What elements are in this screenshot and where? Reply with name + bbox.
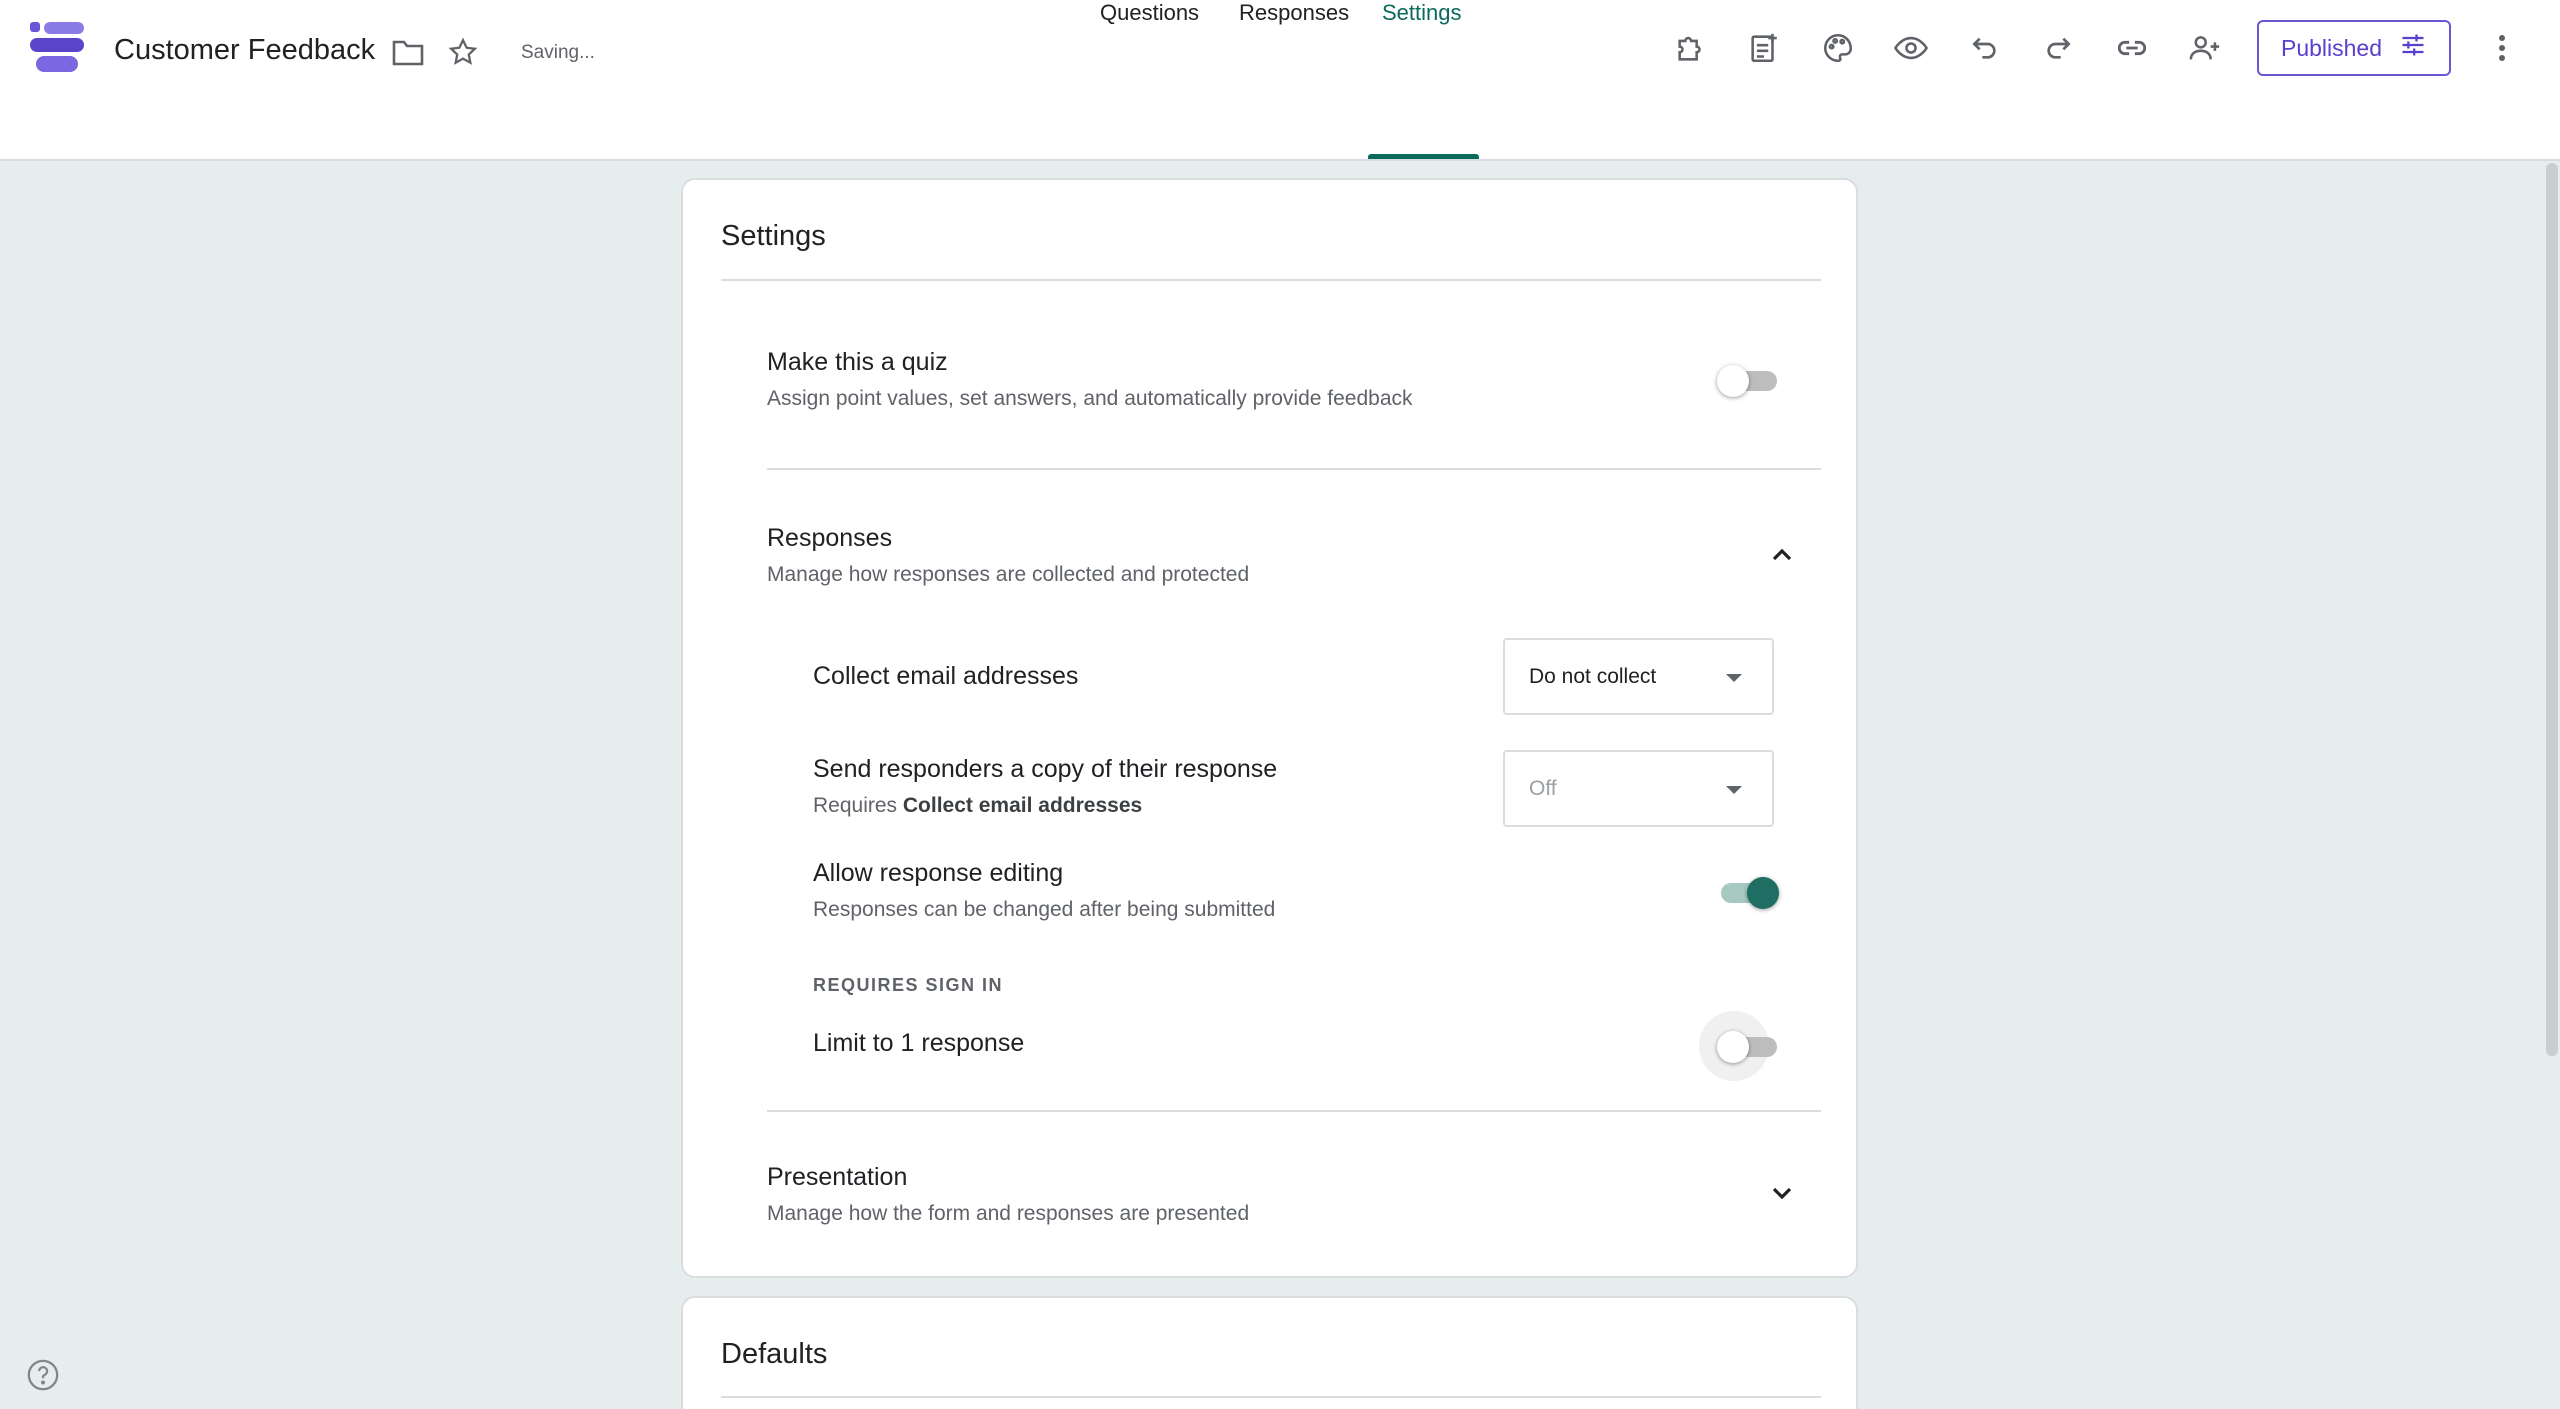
- addons-icon[interactable]: [1669, 26, 1713, 70]
- requires-prefix: Requires: [813, 794, 898, 817]
- dropdown-arrow-icon: [1726, 786, 1742, 794]
- published-button[interactable]: Published: [2257, 20, 2451, 76]
- responses-divider: [767, 1110, 1821, 1112]
- more-options-icon[interactable]: [2482, 26, 2522, 70]
- collect-email-label: Collect email addresses: [813, 662, 1079, 690]
- allow-editing-subtitle: Responses can be changed after being sub…: [813, 898, 1276, 921]
- dropdown-arrow-icon: [1726, 674, 1742, 682]
- quiz-toggle[interactable]: [1717, 360, 1779, 400]
- publish-settings-icon: [2398, 31, 2428, 65]
- defaults-card: Defaults: [681, 1296, 1858, 1409]
- limit-one-toggle[interactable]: [1699, 1011, 1779, 1081]
- send-copy-value: Off: [1529, 776, 1557, 800]
- responses-section-subtitle: Manage how responses are collected and p…: [767, 563, 1250, 586]
- settings-title-divider: [721, 279, 1821, 281]
- tab-responses[interactable]: Responses: [1239, 0, 1349, 43]
- link-icon[interactable]: [2110, 26, 2154, 70]
- allow-editing-toggle[interactable]: [1717, 872, 1779, 912]
- palette-icon[interactable]: [1816, 26, 1860, 70]
- forms-logo-icon[interactable]: [28, 20, 86, 76]
- quiz-title: Make this a quiz: [767, 348, 948, 376]
- settings-title: Settings: [721, 220, 826, 252]
- preview-icon[interactable]: [1889, 26, 1933, 70]
- collapse-chevron-up-icon[interactable]: [1762, 534, 1802, 574]
- collect-email-select[interactable]: Do not collect: [1503, 638, 1774, 715]
- star-icon[interactable]: [443, 32, 483, 72]
- allow-editing-label: Allow response editing: [813, 859, 1064, 887]
- requires-sign-in-label: REQUIRES SIGN IN: [813, 975, 1004, 995]
- undo-icon[interactable]: [1963, 26, 2007, 70]
- top-header: Customer Feedback Saving... Published Qu…: [0, 0, 2560, 161]
- sheets-link-icon[interactable]: [1742, 26, 1786, 70]
- send-copy-select[interactable]: Off: [1503, 750, 1774, 827]
- allow-editing-toggle-thumb: [1747, 877, 1779, 909]
- quiz-divider: [767, 468, 1821, 470]
- published-label: Published: [2281, 34, 2383, 61]
- quiz-subtitle: Assign point values, set answers, and au…: [767, 387, 1413, 410]
- presentation-title: Presentation: [767, 1163, 908, 1191]
- saving-status: Saving...: [521, 42, 595, 63]
- defaults-title: Defaults: [721, 1338, 828, 1370]
- settings-card: Settings Make this a quiz Assign point v…: [681, 178, 1858, 1278]
- limit-one-toggle-thumb: [1717, 1031, 1749, 1063]
- send-copy-requirement: Requires Collect email addresses: [813, 794, 1142, 818]
- add-collaborator-icon[interactable]: [2183, 26, 2227, 70]
- page-scrollbar[interactable]: [2546, 163, 2558, 1056]
- quiz-toggle-thumb: [1717, 365, 1749, 397]
- tab-questions[interactable]: Questions: [1100, 0, 1199, 43]
- expand-chevron-down-icon[interactable]: [1762, 1174, 1802, 1214]
- limit-one-label: Limit to 1 response: [813, 1029, 1025, 1057]
- form-title[interactable]: Customer Feedback: [114, 34, 375, 67]
- defaults-divider: [721, 1396, 1821, 1398]
- tab-settings[interactable]: Settings: [1382, 0, 1462, 43]
- help-icon[interactable]: [26, 1358, 60, 1392]
- presentation-subtitle: Manage how the form and responses are pr…: [767, 1202, 1250, 1225]
- active-tab-indicator: [1368, 154, 1479, 159]
- responses-section-title: Responses: [767, 524, 893, 552]
- requires-collect-email: Collect email addresses: [902, 794, 1143, 817]
- redo-icon[interactable]: [2036, 26, 2080, 70]
- folder-icon[interactable]: [388, 32, 428, 72]
- send-copy-label: Send responders a copy of their response: [813, 755, 1278, 783]
- collect-email-value: Do not collect: [1529, 664, 1657, 688]
